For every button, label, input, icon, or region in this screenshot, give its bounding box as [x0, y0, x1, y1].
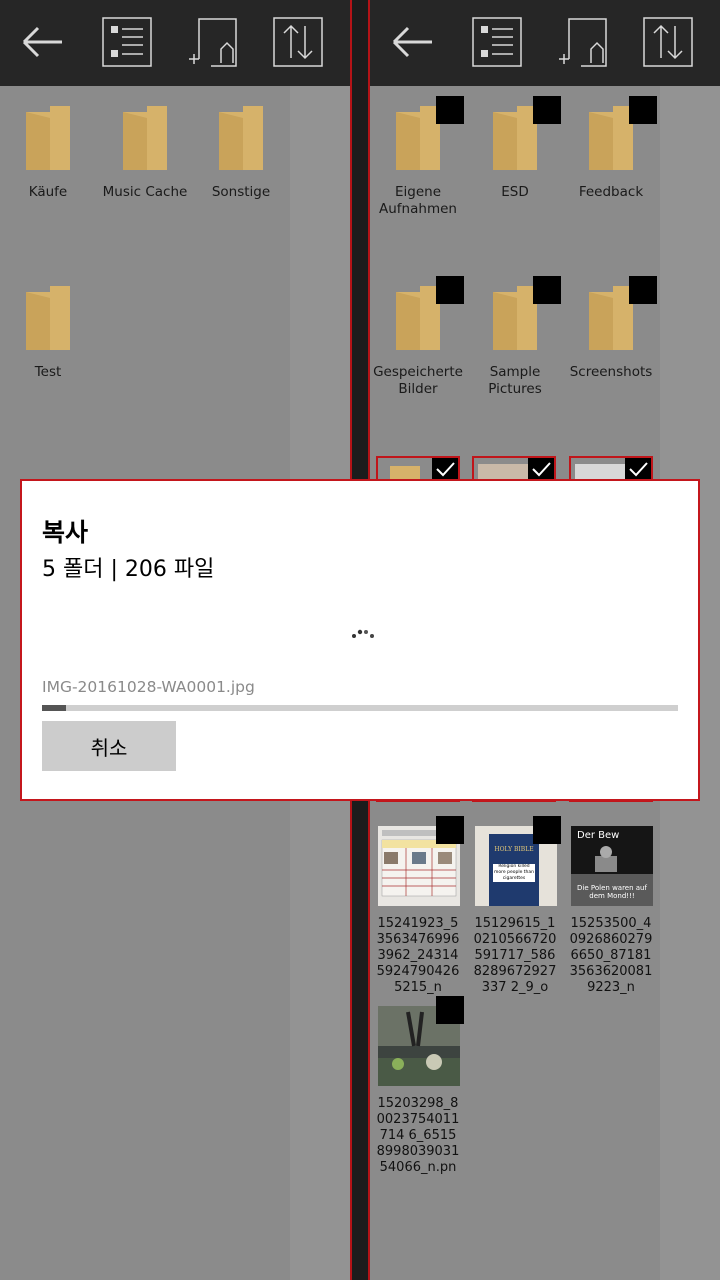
folder-icon — [26, 286, 70, 350]
checked-checkbox[interactable] — [625, 458, 651, 480]
check-icon — [436, 462, 455, 477]
sort-icon — [273, 17, 323, 67]
new-folder-button[interactable] — [557, 17, 607, 67]
folder-icon — [219, 106, 263, 170]
folder-label: ESD — [501, 184, 529, 200]
dialog-title: 복사 — [42, 518, 89, 547]
folder-icon — [26, 106, 70, 170]
bible-warning: Religion killed more people than cigaret… — [493, 864, 535, 882]
list-view-button[interactable] — [102, 17, 152, 67]
folder-label: Feedback — [578, 184, 644, 200]
progress-bar — [42, 705, 678, 711]
list-view-button[interactable] — [472, 17, 522, 67]
folder-label: Sample Pictures — [488, 364, 542, 397]
bible-title: HOLY BIBLE — [494, 846, 534, 853]
image-file-tile[interactable]: 15203298_80023754011714 6_65158998039031… — [370, 996, 466, 1176]
progress-bar-fill — [42, 705, 66, 711]
copy-progress-dialog: 복사 5 폴더 | 206 파일 IMG-20161028-WA0001.jpg… — [20, 479, 700, 801]
select-checkbox[interactable] — [629, 96, 657, 124]
folder-icon — [589, 286, 633, 350]
folder-icon — [123, 106, 167, 170]
folder-tile[interactable]: Sonstige — [193, 92, 289, 222]
folder-icon — [493, 106, 537, 170]
file-label: 15241923_535634769963962_243145924790426… — [376, 916, 460, 995]
folder-icon — [396, 286, 440, 350]
folder-tile[interactable]: Sample Pictures — [467, 272, 563, 402]
dialog-subtitle: 5 폴더 | 206 파일 — [42, 557, 215, 582]
select-checkbox[interactable] — [533, 816, 561, 844]
folder-tile[interactable]: Gespeicherte Bilder — [370, 272, 466, 402]
select-checkbox[interactable] — [436, 816, 464, 844]
sort-icon — [643, 17, 693, 67]
folder-icon — [589, 106, 633, 170]
folder-tile[interactable]: Käufe — [0, 92, 96, 222]
select-checkbox[interactable] — [533, 96, 561, 124]
back-button[interactable] — [18, 17, 68, 67]
checked-checkbox[interactable] — [432, 458, 458, 480]
list-view-icon — [472, 17, 522, 67]
back-button[interactable] — [388, 17, 438, 67]
left-toolbar — [0, 0, 350, 86]
image-file-tile[interactable]: HOLY BIBLE Religion killed more people t… — [467, 816, 563, 996]
new-folder-icon — [189, 18, 237, 67]
current-file-name: IMG-20161028-WA0001.jpg — [42, 678, 255, 696]
folder-tile[interactable]: Feedback — [563, 92, 659, 222]
select-checkbox[interactable] — [629, 276, 657, 304]
folder-label: Music Cache — [102, 184, 188, 200]
folder-label: Test — [34, 364, 62, 380]
select-checkbox[interactable] — [436, 996, 464, 1024]
sort-button[interactable] — [643, 17, 693, 67]
folder-icon — [396, 106, 440, 170]
loading-spinner-icon — [352, 629, 374, 638]
folder-label: Eigene Aufnahmen — [379, 184, 457, 217]
check-icon — [629, 462, 648, 477]
image-file-tile[interactable]: 15241923_535634769963962_243145924790426… — [370, 816, 466, 996]
cancel-button[interactable]: 취소 — [42, 721, 176, 771]
right-toolbar — [370, 0, 720, 86]
folder-tile[interactable]: Eigene Aufnahmen — [370, 92, 466, 222]
select-checkbox[interactable] — [533, 276, 561, 304]
image-file-tile[interactable]: Der Bew Die Polen waren auf dem Mond!!! … — [563, 816, 659, 996]
back-icon — [22, 26, 62, 58]
folder-label: Gespeicherte Bilder — [373, 364, 463, 397]
image-thumbnail: Der Bew Die Polen waren auf dem Mond!!! — [571, 826, 653, 906]
folder-label: Screenshots — [569, 364, 653, 380]
folder-label: Sonstige — [211, 184, 271, 200]
folder-tile[interactable]: Screenshots — [563, 272, 659, 402]
meme-bottom-text: Die Polen waren auf dem Mond!!! — [577, 884, 647, 900]
list-view-icon — [102, 17, 152, 67]
new-folder-button[interactable] — [187, 17, 237, 67]
folder-tile[interactable]: Test — [0, 272, 96, 402]
folder-tile[interactable]: ESD — [467, 92, 563, 222]
new-folder-icon — [559, 18, 607, 67]
back-icon — [392, 26, 432, 58]
select-checkbox[interactable] — [436, 276, 464, 304]
folder-icon — [493, 286, 537, 350]
file-label: 15203298_80023754011714 6_65158998039031… — [376, 1096, 460, 1175]
folder-tile[interactable]: Music Cache — [97, 92, 193, 222]
file-label: 15129615_10210566720591717_5868289672927… — [473, 916, 557, 995]
select-checkbox[interactable] — [436, 96, 464, 124]
file-label: 15253500_409268602796650_871813563620081… — [569, 916, 653, 995]
sort-button[interactable] — [273, 17, 323, 67]
folder-label: Käufe — [28, 184, 68, 200]
checked-checkbox[interactable] — [528, 458, 554, 480]
check-icon — [532, 462, 551, 477]
